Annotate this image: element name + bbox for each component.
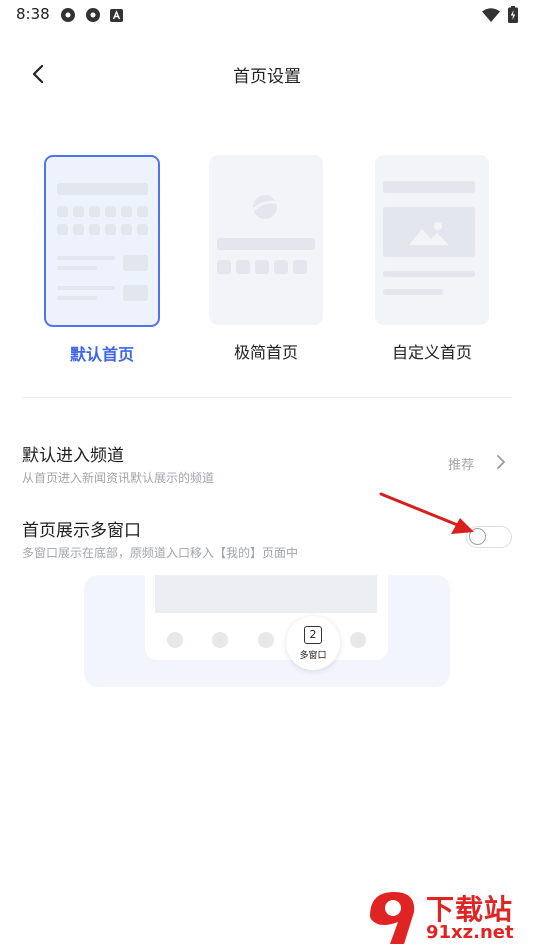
watermark: 下载站 91xz.net <box>360 886 530 948</box>
planet-logo-icon <box>250 195 279 219</box>
layout-option-default[interactable]: 默认首页 <box>32 155 172 365</box>
layout-preview-default <box>44 155 160 327</box>
layout-option-minimal[interactable]: 极简首页 <box>196 155 336 363</box>
watermark-logo-icon <box>370 892 415 944</box>
chevron-right-icon <box>497 455 505 469</box>
window-count: 2 <box>304 625 322 644</box>
multi-window-preview: 2 多窗口 <box>84 575 450 687</box>
channel-value: 推荐 <box>447 458 474 473</box>
layout-label-default: 默认首页 <box>69 345 134 364</box>
layout-label-minimal: 极简首页 <box>233 343 298 362</box>
status-bar: 8:38 <box>0 0 534 30</box>
layout-preview-minimal <box>209 155 323 325</box>
page-title: 首页设置 <box>233 67 301 87</box>
watermark-site: 91xz.net <box>426 922 514 943</box>
app-icon-2 <box>86 8 100 22</box>
battery-charging-icon <box>508 6 518 23</box>
layout-label-custom: 自定义首页 <box>391 343 472 362</box>
image-placeholder-icon <box>409 222 449 245</box>
layout-preview-custom <box>375 155 489 325</box>
a-box-icon <box>110 8 123 22</box>
layout-option-custom[interactable]: 自定义首页 <box>362 155 502 363</box>
status-time: 8:38 <box>16 5 50 23</box>
setting-title: 首页展示多窗口 <box>22 521 141 541</box>
preview-phone: 2 多窗口 <box>145 575 388 670</box>
wifi-icon <box>482 7 500 22</box>
homepage-layout-options: 默认首页 极简首页 自定义首页 <box>0 155 534 365</box>
app-icon-1 <box>61 8 75 22</box>
annotation-arrow-icon <box>379 492 474 534</box>
setting-title: 默认进入频道 <box>22 446 124 466</box>
multi-window-badge: 2 多窗口 <box>286 616 340 670</box>
nav-bar: 首页设置 <box>0 48 534 98</box>
multi-window-label: 多窗口 <box>299 650 327 661</box>
setting-desc: 从首页进入新闻资讯默认展示的频道 <box>22 471 215 485</box>
section-divider <box>22 397 512 398</box>
setting-desc: 多窗口展示在底部，原频道入口移入【我的】页面中 <box>22 546 299 560</box>
